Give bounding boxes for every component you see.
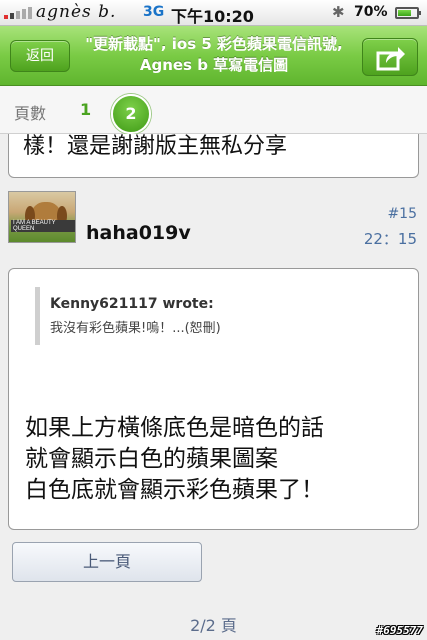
share-icon	[376, 47, 405, 71]
pagination-bar: 頁數 1	[0, 86, 427, 134]
post-line: 白色底就會顯示彩色蘋果了！	[25, 477, 324, 503]
pages-label: 頁數	[14, 104, 47, 123]
share-button[interactable]	[362, 38, 418, 76]
post-header: I AM A BEAUTY QUEEN haha019v #15 22：15	[0, 186, 427, 252]
page-indicator: 2/2 頁	[190, 616, 237, 635]
username[interactable]: haha019v	[86, 222, 191, 244]
avatar-caption: I AM A BEAUTY QUEEN	[11, 220, 75, 232]
post-line: 如果上方橫條底色是暗色的話	[25, 415, 324, 441]
carrier-name: agnès b.	[36, 2, 117, 22]
battery-icon	[395, 7, 421, 19]
image-watermark: #695577	[376, 624, 423, 637]
status-clock: 下午10:20	[171, 7, 254, 26]
quote-block: Kenny621117 wrote: 我沒有彩色蘋果!嗚！...(恕刪)	[35, 287, 395, 345]
network-type: 3G	[143, 4, 165, 20]
status-bar: agnès b. 3G 下午10:20 ✱ 70%	[0, 0, 427, 26]
battery-percent: 70%	[354, 4, 388, 20]
post-number: #15	[387, 206, 417, 222]
back-button[interactable]: 返回	[10, 40, 70, 72]
quote-text: 我沒有彩色蘋果!嗚！...(恕刪)	[50, 321, 221, 336]
post-content: 如果上方橫條底色是暗色的話 就會顯示白色的蘋果圖案 白色底就會顯示彩色蘋果了！	[25, 413, 324, 506]
avatar[interactable]: I AM A BEAUTY QUEEN	[8, 191, 76, 243]
post-line: 就會顯示白色的蘋果圖案	[25, 446, 278, 472]
post-body: Kenny621117 wrote: 我沒有彩色蘋果!嗚！...(恕刪) 如果上…	[8, 268, 419, 530]
page-current-2[interactable]: 2	[111, 94, 151, 134]
nav-bar: 返回 "更新載點", ios 5 彩色蘋果電信訊號, Agnes b 草寫電信圖	[0, 26, 427, 86]
bluetooth-icon: ✱	[332, 3, 345, 21]
quote-author: Kenny621117 wrote:	[50, 296, 214, 312]
previous-post-body: 樣！還是謝謝版主無私分享	[8, 134, 419, 178]
signal-strength-icon	[4, 7, 32, 19]
previous-page-button[interactable]: 上一頁	[12, 542, 202, 582]
thread-title: "更新載點", ios 5 彩色蘋果電信訊號, Agnes b 草寫電信圖	[85, 35, 343, 74]
post-time: 22：15	[363, 230, 417, 248]
page-link-1[interactable]: 1	[80, 100, 91, 119]
previous-post-text: 樣！還是謝謝版主無私分享	[23, 134, 288, 159]
